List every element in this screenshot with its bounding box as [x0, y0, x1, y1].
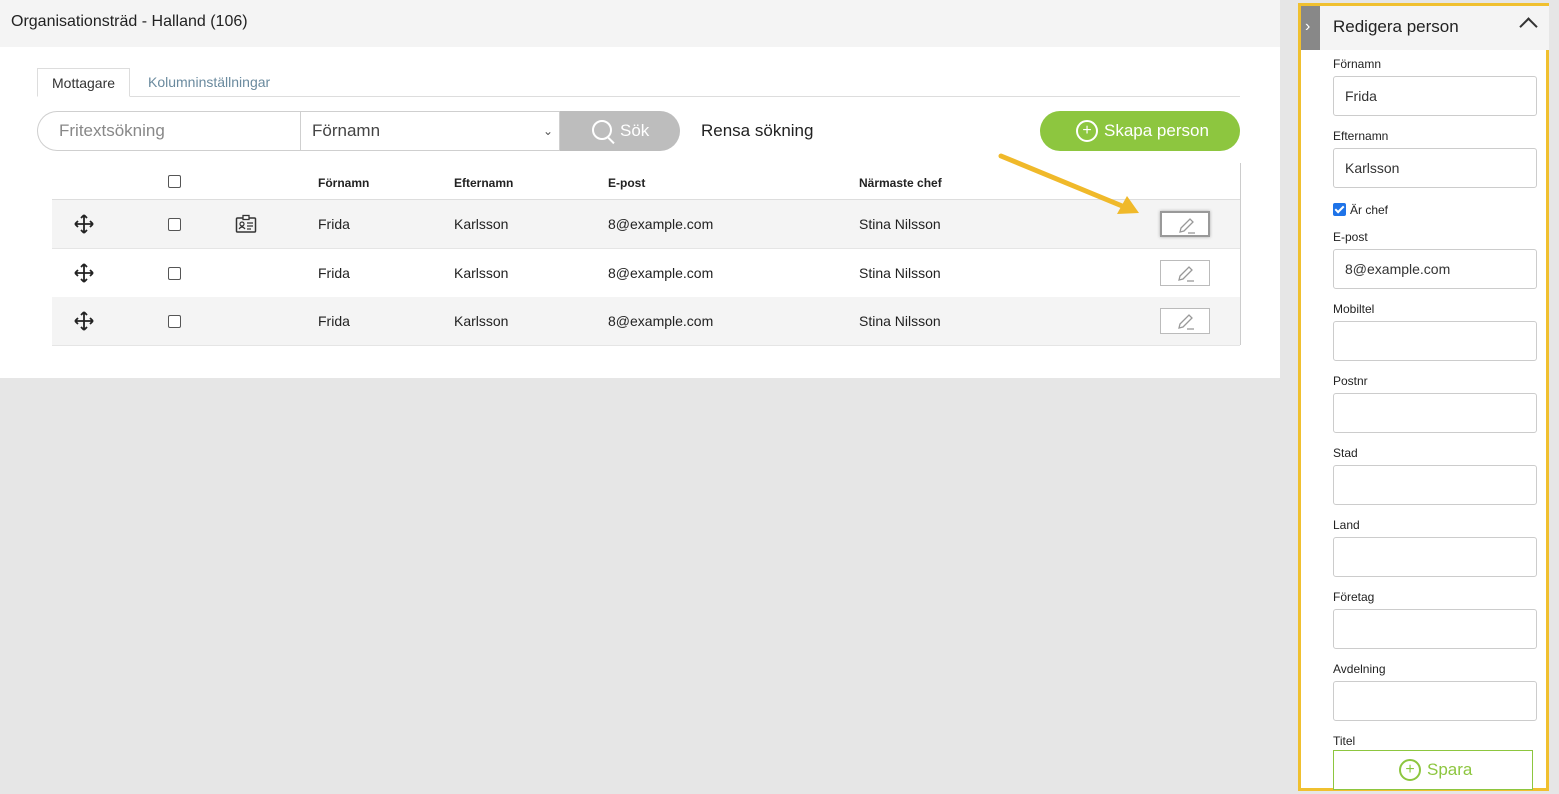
- cell-narmaste-chef: Stina Nilsson: [859, 313, 941, 329]
- fornamn-label: Förnamn: [1333, 57, 1382, 71]
- pencil-icon: [1179, 218, 1195, 234]
- fornamn-field[interactable]: Frida: [1333, 76, 1537, 116]
- column-header-epost[interactable]: E-post: [608, 176, 645, 190]
- postnr-label: Postnr: [1333, 374, 1368, 388]
- tab-kolumninstallningar[interactable]: Kolumninställningar: [134, 68, 284, 96]
- efternamn-field[interactable]: Karlsson: [1333, 148, 1537, 188]
- stad-field[interactable]: [1333, 465, 1537, 505]
- mobiltel-label: Mobiltel: [1333, 302, 1375, 316]
- avdelning-label: Avdelning: [1333, 662, 1386, 676]
- chevron-right-icon: ›: [1305, 18, 1311, 35]
- edit-button[interactable]: [1160, 308, 1210, 334]
- tab-bar: Mottagare Kolumninställningar: [37, 68, 1240, 97]
- cell-fornamn: Frida: [318, 265, 350, 281]
- move-icon[interactable]: [74, 214, 94, 234]
- plus-circle-icon: +: [1076, 120, 1098, 142]
- cell-efternamn: Karlsson: [454, 216, 509, 232]
- search-icon: [592, 120, 612, 140]
- id-card-icon: [235, 214, 257, 233]
- cell-epost: 8@example.com: [608, 216, 714, 232]
- postnr-field[interactable]: [1333, 393, 1537, 433]
- header-bar: Organisationsträd - Halland (106): [0, 0, 1280, 47]
- create-person-button[interactable]: + Skapa person: [1040, 111, 1240, 151]
- panel-header[interactable]: Redigera person: [1320, 6, 1549, 50]
- select-all-checkbox[interactable]: [168, 175, 181, 188]
- efternamn-label: Efternamn: [1333, 129, 1389, 143]
- save-button-label: Spara: [1427, 760, 1473, 779]
- epost-field[interactable]: 8@example.com: [1333, 249, 1537, 289]
- land-label: Land: [1333, 518, 1360, 532]
- cell-narmaste-chef: Stina Nilsson: [859, 216, 941, 232]
- table-row: Frida Karlsson 8@example.com Stina Nilss…: [52, 249, 1240, 298]
- titel-label: Titel: [1333, 734, 1356, 748]
- cell-fornamn: Frida: [318, 313, 350, 329]
- create-person-label: Skapa person: [1104, 121, 1209, 140]
- move-icon[interactable]: [74, 311, 94, 331]
- ar-chef-checkbox[interactable]: [1333, 203, 1346, 216]
- row-checkbox[interactable]: [168, 267, 181, 280]
- epost-label: E-post: [1333, 230, 1368, 244]
- panel-title: Redigera person: [1333, 17, 1459, 36]
- ar-chef-label: Är chef: [1350, 203, 1389, 217]
- column-header-fornamn[interactable]: Förnamn: [318, 176, 369, 190]
- pencil-icon: [1178, 266, 1194, 282]
- save-button[interactable]: + Spara: [1333, 750, 1533, 790]
- search-field-select[interactable]: Förnamn ⌄: [300, 111, 560, 151]
- edit-button[interactable]: [1160, 211, 1210, 237]
- panel-collapse-handle[interactable]: ›: [1301, 6, 1320, 50]
- mobiltel-field[interactable]: [1333, 321, 1537, 361]
- cell-efternamn: Karlsson: [454, 265, 509, 281]
- cell-epost: 8@example.com: [608, 313, 714, 329]
- column-header-efternamn[interactable]: Efternamn: [454, 176, 513, 190]
- avdelning-field[interactable]: [1333, 681, 1537, 721]
- column-header-narmaste-chef[interactable]: Närmaste chef: [859, 176, 942, 190]
- foretag-field[interactable]: [1333, 609, 1537, 649]
- page-title: Organisationsträd - Halland (106): [11, 13, 248, 30]
- chevron-down-icon: ⌄: [542, 124, 553, 138]
- chevron-up-icon[interactable]: [1519, 17, 1538, 36]
- search-button-label: Sök: [620, 121, 650, 140]
- stad-label: Stad: [1333, 446, 1358, 460]
- cell-epost: 8@example.com: [608, 265, 714, 281]
- annotation-arrow-icon: [998, 153, 1139, 214]
- foretag-label: Företag: [1333, 590, 1375, 604]
- plus-circle-icon: +: [1399, 759, 1421, 781]
- row-checkbox[interactable]: [168, 315, 181, 328]
- row-checkbox[interactable]: [168, 218, 181, 231]
- pencil-icon: [1178, 314, 1194, 330]
- edit-person-panel: › Redigera person Förnamn Frida Efternam…: [1298, 3, 1549, 791]
- search-input[interactable]: Fritextsökning: [37, 111, 301, 151]
- edit-button[interactable]: [1160, 260, 1210, 286]
- clear-search-button[interactable]: Rensa sökning: [701, 121, 813, 141]
- main-content: Organisationsträd - Halland (106) Mottag…: [0, 0, 1280, 378]
- land-field[interactable]: [1333, 537, 1537, 577]
- move-icon[interactable]: [74, 263, 94, 283]
- cell-fornamn: Frida: [318, 216, 350, 232]
- search-field-select-value: Förnamn: [312, 121, 381, 140]
- cell-efternamn: Karlsson: [454, 313, 509, 329]
- tab-mottagare[interactable]: Mottagare: [37, 68, 131, 97]
- search-button[interactable]: Sök: [560, 111, 680, 151]
- table-row: Frida Karlsson 8@example.com Stina Nilss…: [52, 297, 1240, 346]
- cell-narmaste-chef: Stina Nilsson: [859, 265, 941, 281]
